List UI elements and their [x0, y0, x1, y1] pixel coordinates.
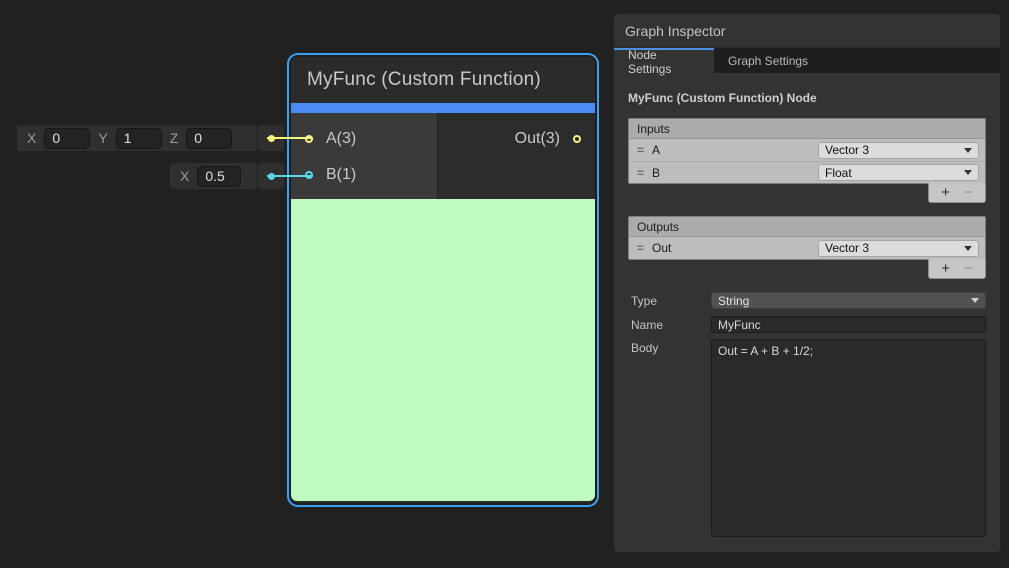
node-title: MyFunc (Custom Function)	[307, 69, 541, 91]
z-value-field[interactable]: 0	[186, 128, 232, 149]
inputs-list-footer: + −	[928, 183, 986, 203]
chevron-down-icon	[971, 298, 979, 303]
node-preview	[291, 199, 595, 501]
chevron-down-icon	[964, 148, 972, 153]
remove-output-button[interactable]: −	[964, 261, 973, 276]
custom-function-node[interactable]: MyFunc (Custom Function) A(3) B(1) Out(3…	[289, 55, 597, 505]
input-a-name: A	[652, 143, 818, 157]
inputs-list-header: Inputs	[629, 119, 985, 139]
remove-input-button[interactable]: −	[964, 185, 973, 200]
edge-float-to-b[interactable]	[267, 175, 313, 177]
outputs-row-out[interactable]: = Out Vector 3	[629, 237, 985, 259]
node-settings-heading: MyFunc (Custom Function) Node	[628, 91, 817, 105]
shader-graph-canvas[interactable]: X 0 Y 1 Z 0 X 0.5 MyFunc (Custom Functio…	[0, 0, 1009, 568]
input-b-type-value: Float	[825, 166, 964, 180]
input-a-type-dropdown[interactable]: Vector 3	[818, 142, 979, 159]
inputs-row-b[interactable]: = B Float	[629, 161, 985, 183]
node-accent-bar	[291, 103, 595, 113]
float-value-widget: X 0.5	[170, 163, 257, 189]
name-label: Name	[631, 318, 663, 332]
output-port-out-label: Out(3)	[515, 130, 560, 148]
inspector-title: Graph Inspector	[625, 23, 725, 39]
z-axis-label: Z	[170, 130, 179, 146]
output-out-type-value: Vector 3	[825, 241, 964, 255]
outputs-list-footer: + −	[928, 259, 986, 279]
chevron-down-icon	[964, 246, 972, 251]
inputs-row-a[interactable]: = A Vector 3	[629, 139, 985, 161]
input-port-b-label: B(1)	[326, 166, 356, 184]
tab-graph-settings[interactable]: Graph Settings	[714, 48, 822, 73]
inspector-tabbar: Node Settings Graph Settings	[614, 48, 1000, 73]
node-header[interactable]: MyFunc (Custom Function)	[291, 57, 595, 103]
outputs-list: Outputs = Out Vector 3	[628, 216, 986, 260]
body-textarea[interactable]: Out = A + B + 1/2;	[711, 339, 986, 537]
input-port-a-label: A(3)	[326, 130, 356, 148]
node-output-ports: Out(3)	[437, 113, 595, 199]
output-port-out-icon[interactable]	[573, 135, 581, 143]
inputs-list: Inputs = A Vector 3 = B Float	[628, 118, 986, 184]
input-a-type-value: Vector 3	[825, 143, 964, 157]
add-output-button[interactable]: +	[941, 261, 950, 276]
name-input[interactable]: MyFunc	[711, 316, 986, 333]
x-axis-label: X	[27, 130, 36, 146]
output-out-name: Out	[652, 241, 818, 255]
port-row-out: Out(3)	[438, 121, 595, 157]
edge-vector3-to-a[interactable]	[267, 137, 313, 139]
tab-node-settings[interactable]: Node Settings	[614, 48, 714, 73]
float-value-field[interactable]: 0.5	[197, 166, 241, 187]
port-row-a: A(3)	[291, 121, 437, 157]
output-out-type-dropdown[interactable]: Vector 3	[818, 240, 979, 257]
type-dropdown[interactable]: String	[711, 292, 986, 309]
type-label: Type	[631, 294, 657, 308]
outputs-list-header: Outputs	[629, 217, 985, 237]
node-ports: A(3) B(1) Out(3)	[291, 113, 595, 199]
x-axis-label-float: X	[180, 168, 189, 184]
y-axis-label: Y	[98, 130, 107, 146]
input-b-type-dropdown[interactable]: Float	[818, 164, 979, 181]
node-input-ports: A(3) B(1)	[291, 113, 437, 199]
add-input-button[interactable]: +	[941, 185, 950, 200]
type-value: String	[718, 294, 971, 308]
chevron-down-icon	[964, 170, 972, 175]
drag-handle-icon[interactable]: =	[637, 241, 644, 255]
drag-handle-icon[interactable]: =	[637, 143, 644, 157]
drag-handle-icon[interactable]: =	[637, 166, 644, 180]
graph-inspector-panel: Graph Inspector Node Settings Graph Sett…	[613, 13, 1001, 553]
y-value-field[interactable]: 1	[116, 128, 162, 149]
input-b-name: B	[652, 166, 818, 180]
body-label: Body	[631, 341, 658, 355]
x-value-field[interactable]: 0	[44, 128, 90, 149]
inspector-header[interactable]: Graph Inspector	[614, 14, 1000, 48]
vector3-value-widget: X 0 Y 1 Z 0	[17, 125, 257, 151]
